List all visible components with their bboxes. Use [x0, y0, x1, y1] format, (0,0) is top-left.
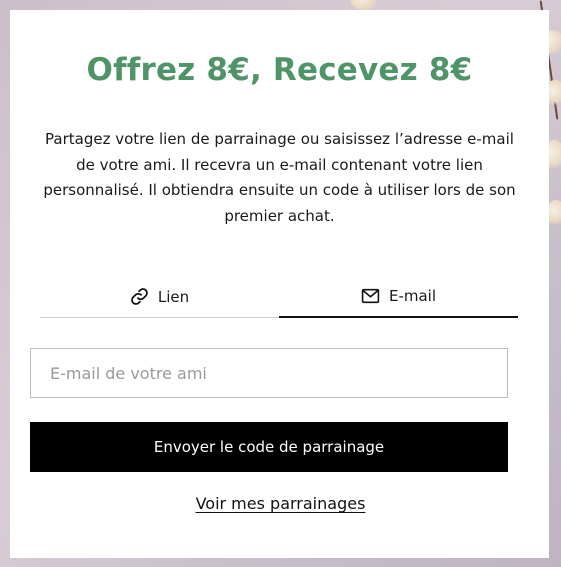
link-icon	[130, 287, 149, 306]
envelope-icon	[361, 288, 380, 304]
tab-email[interactable]: E-mail	[279, 276, 518, 318]
send-referral-code-button[interactable]: Envoyer le code de parrainage	[30, 422, 508, 472]
view-referrals-container: Voir mes parrainages	[0, 494, 561, 513]
modal-description: Partagez votre lien de parrainage ou sai…	[43, 130, 516, 225]
tab-email-label: E-mail	[388, 287, 437, 305]
referral-modal: Offrez 8€, Recevez 8€ Partagez votre lie…	[10, 10, 549, 558]
friend-email-input[interactable]	[30, 348, 508, 398]
tab-link-label: Lien	[157, 287, 190, 306]
tab-link[interactable]: Lien	[40, 276, 279, 318]
view-referrals-link[interactable]: Voir mes parrainages	[196, 494, 366, 513]
modal-title: Offrez 8€, Recevez 8€	[86, 52, 473, 88]
share-method-tabs: Lien E-mail	[40, 276, 518, 318]
